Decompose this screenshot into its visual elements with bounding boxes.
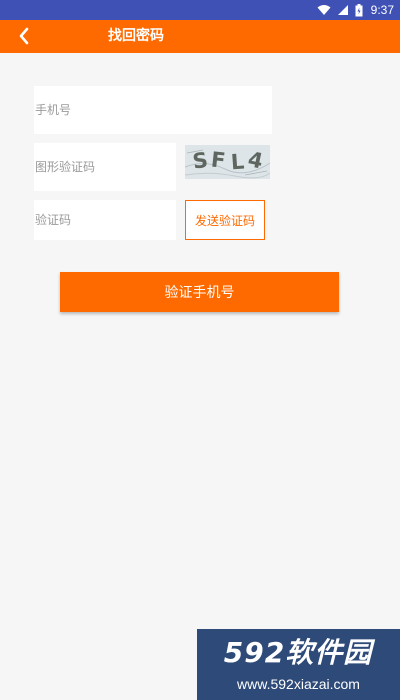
watermark-brand: 592软件园 (223, 636, 373, 669)
captcha-graphic: S F L 4 (185, 145, 270, 179)
app-header: 找回密码 (0, 20, 400, 53)
watermark-url: www.592xiazai.com (237, 676, 360, 692)
status-time: 9:37 (370, 3, 394, 17)
signal-icon (337, 5, 348, 15)
site-watermark: 592软件园 www.592xiazai.com (197, 629, 400, 700)
verify-phone-button[interactable]: 验证手机号 (60, 272, 339, 312)
svg-text:L: L (230, 150, 245, 175)
battery-icon (355, 3, 363, 16)
wifi-icon (317, 5, 331, 15)
captcha-input[interactable] (34, 143, 176, 191)
phone-input[interactable] (34, 86, 272, 134)
page-title: 找回密码 (108, 28, 164, 44)
status-icons: 9:37 (317, 0, 394, 20)
send-code-button[interactable]: 发送验证码 (185, 200, 265, 240)
captcha-image[interactable]: S F L 4 (185, 145, 270, 179)
back-button[interactable] (12, 24, 36, 48)
sms-code-input[interactable] (34, 200, 176, 240)
status-bar: 9:37 (0, 0, 400, 20)
svg-text:F: F (210, 147, 227, 172)
chevron-left-icon (19, 27, 29, 45)
